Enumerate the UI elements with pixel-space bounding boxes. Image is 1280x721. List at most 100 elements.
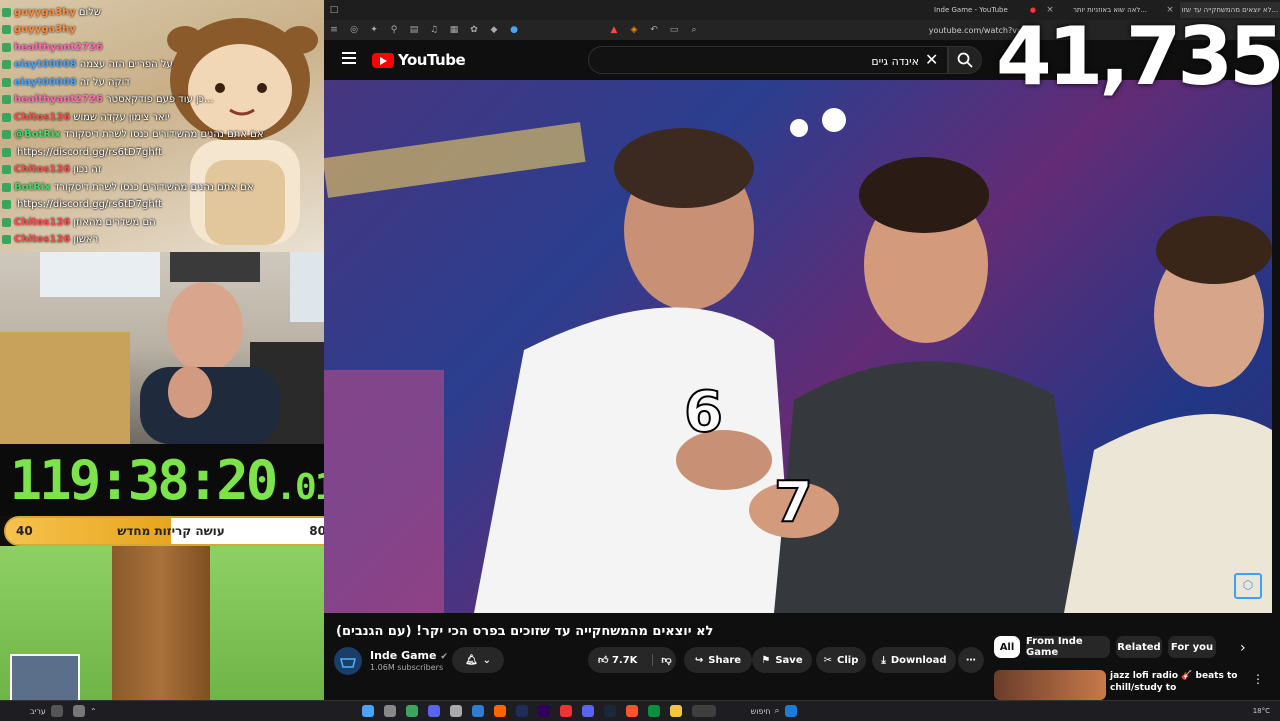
webcam-feed <box>0 252 340 444</box>
chat-username[interactable]: elayt00008 <box>14 59 77 70</box>
discord-icon[interactable] <box>427 705 440 717</box>
chat-username[interactable]: elayt00008 <box>14 77 77 88</box>
chat-text: זה נכון <box>73 164 102 175</box>
window-menu-icon[interactable]: □ <box>329 5 339 15</box>
chip-from-channel[interactable]: From Inde Game <box>1026 636 1110 658</box>
back-icon[interactable]: ↶ <box>649 25 659 35</box>
chat-text: אם אתם נהנים מהשידורים כנסו לשרת דיסקורד <box>63 129 264 140</box>
youtube-logo[interactable]: YouTube <box>372 51 466 69</box>
notifications-button[interactable]: 🔔︎ ⌄ <box>452 647 504 673</box>
channel-name-text: Inde Game <box>370 649 437 662</box>
chat-username[interactable]: @BotRix <box>14 129 61 140</box>
chrome-icon[interactable] <box>449 705 462 717</box>
tab-icon[interactable]: ▭ <box>669 25 679 35</box>
up-next-more-icon[interactable]: ⋮ <box>1252 672 1264 686</box>
taskbar-search-label[interactable]: חיפוש <box>751 707 771 716</box>
chat-username[interactable]: healthyant2726 <box>14 42 103 53</box>
chat-username[interactable]: healthyant2726 <box>14 94 103 105</box>
up-next-title[interactable]: jazz lofi radio 🎸 beats to chill/study t… <box>1110 670 1240 694</box>
chat-text: הם משדרים מהאוזן <box>73 216 156 228</box>
search-button[interactable] <box>948 46 982 74</box>
chat-badge-icon <box>2 200 11 209</box>
clip-label: Clip <box>837 654 859 666</box>
start-icon[interactable] <box>361 705 374 717</box>
chevron-down-icon: ⌄ <box>482 654 492 666</box>
menu-icon[interactable] <box>342 52 356 64</box>
chip-all[interactable]: All <box>994 636 1020 658</box>
bookmark-icon: ⚑ <box>761 654 771 666</box>
chat-username[interactable]: Chitos126 <box>14 112 70 123</box>
grid-icon[interactable]: ▦ <box>449 25 459 35</box>
globe-icon[interactable]: ● <box>509 25 519 35</box>
sidebar-icon[interactable]: ≡ <box>329 25 339 35</box>
chat-username[interactable]: Chitos126 <box>14 234 70 245</box>
app-icon[interactable] <box>559 705 572 717</box>
chat-message: elayt00008 דוקה על זה <box>2 74 130 90</box>
chat-username[interactable]: guyyga3hy <box>14 7 76 18</box>
chat-message: guyyga3hy <box>2 22 79 38</box>
channel-avatar[interactable] <box>334 647 362 675</box>
like-button[interactable]: 👍︎ 7.7K <box>598 654 637 666</box>
brave-shield-icon[interactable]: ◈ <box>629 25 639 35</box>
chat-text: על הפריים הזה עצמה <box>79 59 173 70</box>
clear-search-icon[interactable]: ✕ <box>925 50 938 69</box>
channel-watermark-icon[interactable]: ⬡ <box>1234 573 1262 599</box>
taskbar-search-icon[interactable]: ⌕ <box>775 706 780 716</box>
app-icon[interactable] <box>471 705 484 717</box>
app-icon[interactable] <box>493 705 506 717</box>
game-scene <box>0 546 324 700</box>
app-icon[interactable] <box>581 705 594 717</box>
taskbar: עריב ⌃ חיפוש ⌕ 18°C <box>0 700 1280 721</box>
chat-message: healthyant2726 <box>2 39 106 55</box>
premiere-icon[interactable] <box>537 705 550 717</box>
chat-badge-icon <box>2 165 11 174</box>
dislike-button[interactable]: 👎︎ <box>652 654 672 666</box>
brave-icon[interactable] <box>625 705 638 717</box>
app-icon[interactable] <box>691 705 716 717</box>
taskview-icon[interactable] <box>383 705 396 717</box>
tray-icon[interactable] <box>72 705 85 717</box>
video-title: לא יוצאים מהמשחקייה עד שזוכים בפרס הכי י… <box>336 624 714 639</box>
chat-username[interactable]: Chitos126 <box>14 217 70 228</box>
reader-icon[interactable]: ▤ <box>409 25 419 35</box>
puzzle-icon[interactable]: ✿ <box>469 25 479 35</box>
save-button[interactable]: ⚑ Save <box>752 647 812 673</box>
chip-related[interactable]: Related <box>1116 636 1162 658</box>
more-actions-button[interactable]: ⋯ <box>958 647 984 673</box>
youtube-play-icon <box>372 52 394 68</box>
video-player[interactable]: 6 7 ⬡ <box>324 80 1272 613</box>
chat-username[interactable]: Chitos126 <box>14 164 70 175</box>
chevron-right-icon[interactable]: › <box>1240 640 1246 656</box>
folder-icon[interactable] <box>669 705 682 717</box>
music-icon[interactable]: ♫ <box>429 25 439 35</box>
app-icon[interactable] <box>405 705 418 717</box>
pin-icon[interactable]: ⚲ <box>389 25 399 35</box>
shield-icon[interactable]: ◎ <box>349 25 359 35</box>
chat-username[interactable]: guyyga3hy <box>14 24 76 35</box>
photoshop-icon[interactable] <box>515 705 528 717</box>
chat-message: guyyga3hy שלום <box>2 4 101 20</box>
chat-badge-icon <box>2 95 11 104</box>
tray-icon[interactable] <box>50 705 63 717</box>
download-button[interactable]: ⤓ Download <box>872 647 956 673</box>
search-input[interactable] <box>589 47 921 75</box>
overlay-number-6: 6 <box>683 379 724 446</box>
chat-message: BotRix אם אתם נהנים מהשידורים כנסו לשרת ד… <box>2 179 254 195</box>
up-next-thumbnail[interactable] <box>994 670 1106 700</box>
app-icon[interactable] <box>647 705 660 717</box>
share-button[interactable]: ↪ Share <box>684 647 752 673</box>
alert-icon[interactable]: ▲ <box>609 25 619 35</box>
steam-icon[interactable] <box>603 705 616 717</box>
more-icon: ⋯ <box>966 654 976 666</box>
download-label: Download <box>890 654 947 666</box>
clip-button[interactable]: ✂ Clip <box>816 647 866 673</box>
chat-badge-icon <box>2 77 11 87</box>
extension-icon[interactable]: ✦ <box>369 25 379 35</box>
chat-username[interactable]: BotRix <box>14 182 51 193</box>
windows-start-icon[interactable] <box>784 705 797 717</box>
diamond-icon[interactable]: ◆ <box>489 25 499 35</box>
tray-chevron-icon[interactable]: ⌃ <box>90 707 97 716</box>
chip-for-you[interactable]: For you <box>1168 636 1216 658</box>
channel-name[interactable]: Inde Game ✔ <box>370 649 448 662</box>
search-small-icon[interactable]: ⌕ <box>689 25 699 35</box>
